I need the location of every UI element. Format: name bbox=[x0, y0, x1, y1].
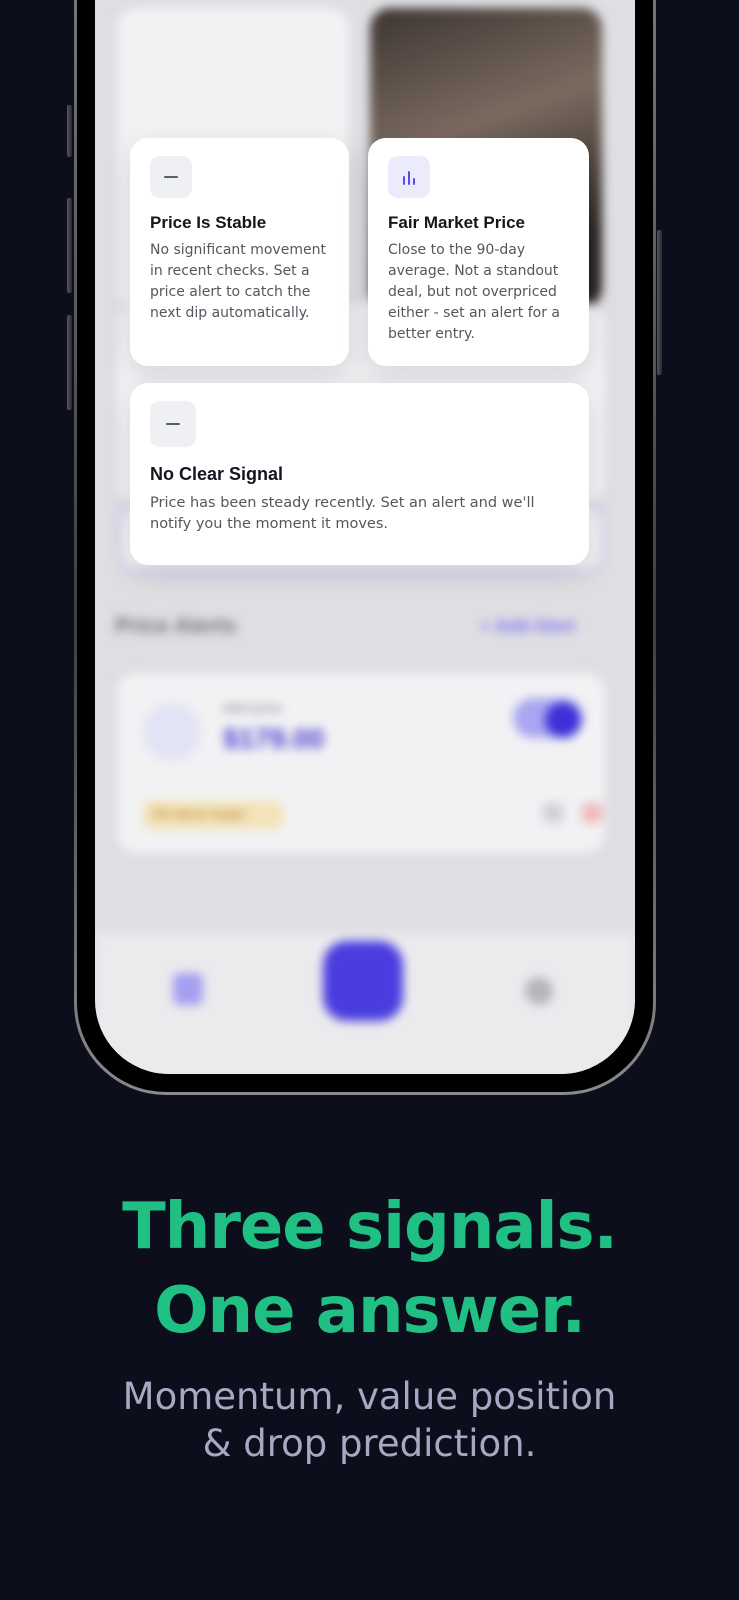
edit-icon bbox=[543, 803, 563, 823]
card-title: Fair Market Price bbox=[388, 213, 526, 232]
bar-chart-icon bbox=[388, 156, 430, 198]
background-add-alert: + Add Alert bbox=[480, 616, 576, 636]
bell-icon bbox=[143, 703, 201, 761]
volume-down-button bbox=[67, 315, 72, 410]
card-title: No Clear Signal bbox=[150, 464, 284, 484]
signal-card-no-clear-signal: No Clear Signal Price has been steady re… bbox=[130, 383, 589, 565]
background-section-title: Price Alerts bbox=[115, 613, 237, 638]
mute-switch bbox=[67, 105, 72, 157]
delete-icon bbox=[582, 803, 602, 823]
subhead-line-1: Momentum, value position bbox=[122, 1375, 617, 1418]
tab-home-icon bbox=[173, 973, 203, 1005]
signal-card-price-stable: Price Is Stable No significant movement … bbox=[130, 138, 349, 366]
background-alert-price: $179.00 bbox=[223, 723, 325, 754]
background-alert-badge-text: 5% above target bbox=[153, 807, 246, 821]
phone-bezel: Price Alerts + Add Alert Alert price $17… bbox=[77, 0, 653, 1092]
headline-line-2: One answer. bbox=[154, 1274, 586, 1348]
background-alert-label: Alert price bbox=[223, 701, 283, 715]
fab-add-button bbox=[323, 941, 403, 1021]
alert-toggle-knob bbox=[545, 702, 581, 738]
card-body: No significant movement in recent checks… bbox=[150, 242, 326, 321]
power-button bbox=[657, 230, 662, 375]
card-body: Close to the 90-day average. Not a stand… bbox=[388, 242, 560, 342]
minus-icon bbox=[150, 401, 196, 447]
card-title: Price Is Stable bbox=[150, 213, 267, 232]
subhead-line-2: & drop prediction. bbox=[202, 1422, 537, 1465]
volume-up-button bbox=[67, 198, 72, 293]
app-screen: Price Alerts + Add Alert Alert price $17… bbox=[95, 0, 635, 1074]
headline-line-1: Three signals. bbox=[122, 1190, 618, 1264]
minus-icon bbox=[150, 156, 192, 198]
card-body: Price has been steady recently. Set an a… bbox=[150, 495, 535, 532]
signal-card-fair-market: Fair Market Price Close to the 90-day av… bbox=[368, 138, 589, 366]
phone-frame: Price Alerts + Add Alert Alert price $17… bbox=[74, 0, 656, 1095]
tab-settings-icon bbox=[525, 977, 553, 1005]
